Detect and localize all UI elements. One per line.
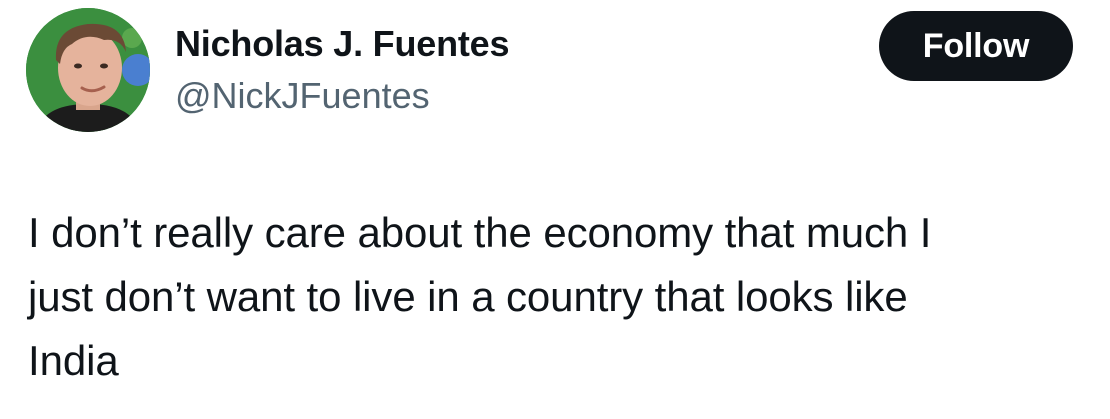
follow-button[interactable]: Follow bbox=[879, 11, 1073, 81]
author-display-name[interactable]: Nicholas J. Fuentes bbox=[175, 22, 510, 66]
post-text-line: I don’t really care about the economy th… bbox=[28, 209, 932, 256]
post-text-line: just don’t want to live in a country tha… bbox=[28, 273, 908, 320]
author-handle[interactable]: @NickJFuentes bbox=[175, 74, 430, 118]
avatar-photo-icon bbox=[26, 8, 150, 132]
post-card: Nicholas J. Fuentes @NickJFuentes Follow… bbox=[0, 0, 1110, 419]
profile-avatar[interactable] bbox=[26, 8, 150, 132]
post-text: I don’t really care about the economy th… bbox=[28, 201, 1093, 393]
post-text-line: India bbox=[28, 337, 119, 384]
